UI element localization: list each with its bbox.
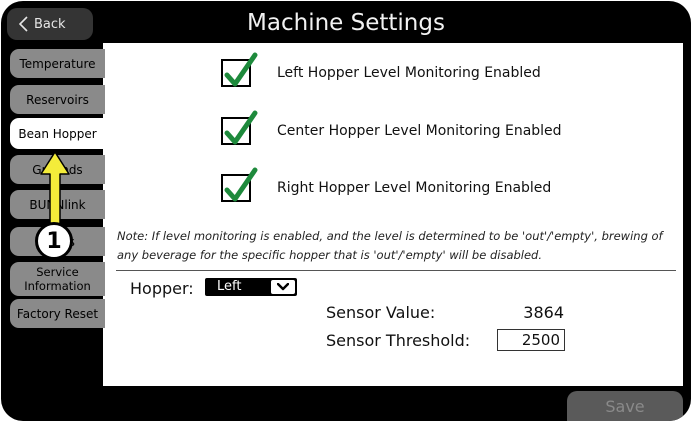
- left-monitoring-label: Left Hopper Level Monitoring Enabled: [277, 65, 541, 81]
- sensor-value-label: Sensor Value:: [326, 303, 436, 322]
- step-callout: 1: [35, 222, 73, 260]
- page-title: Machine Settings: [247, 10, 445, 36]
- chevron-left-icon: [19, 16, 28, 32]
- right-monitoring-label: Right Hopper Level Monitoring Enabled: [277, 180, 552, 196]
- divider: [116, 270, 676, 271]
- tab-reservoirs[interactable]: Reservoirs: [10, 85, 105, 114]
- sensor-threshold-input[interactable]: 2500: [497, 329, 565, 351]
- checkmark-icon: [224, 52, 258, 87]
- hopper-select[interactable]: Left: [205, 278, 297, 296]
- right-monitoring-row[interactable]: Right Hopper Level Monitoring Enabled: [221, 167, 551, 202]
- right-monitoring-checkbox[interactable]: [221, 167, 258, 202]
- center-monitoring-label: Center Hopper Level Monitoring Enabled: [277, 123, 562, 139]
- hopper-select-value: Left: [217, 279, 242, 294]
- tab-service-information[interactable]: Service Information: [10, 262, 105, 296]
- checkmark-icon: [224, 167, 258, 202]
- left-monitoring-checkbox[interactable]: [221, 52, 258, 87]
- sensor-value: 3864: [523, 303, 564, 322]
- checkmark-icon: [224, 110, 258, 145]
- center-monitoring-checkbox[interactable]: [221, 110, 258, 145]
- monitoring-note: Note: If level monitoring is enabled, an…: [117, 229, 663, 262]
- tab-factory-reset[interactable]: Factory Reset: [10, 299, 105, 328]
- arrow-up-icon: [40, 151, 70, 229]
- center-monitoring-row[interactable]: Center Hopper Level Monitoring Enabled: [221, 110, 562, 145]
- tab-temperature[interactable]: Temperature: [10, 49, 105, 78]
- back-button[interactable]: Back: [7, 8, 93, 40]
- hopper-label: Hopper:: [130, 279, 194, 298]
- save-button[interactable]: Save: [567, 391, 683, 421]
- left-monitoring-row[interactable]: Left Hopper Level Monitoring Enabled: [221, 52, 541, 87]
- chevron-down-icon[interactable]: [271, 280, 295, 294]
- tab-bean-hopper[interactable]: Bean Hopper: [10, 118, 105, 149]
- sensor-threshold-label: Sensor Threshold:: [326, 331, 471, 350]
- back-label: Back: [34, 16, 66, 32]
